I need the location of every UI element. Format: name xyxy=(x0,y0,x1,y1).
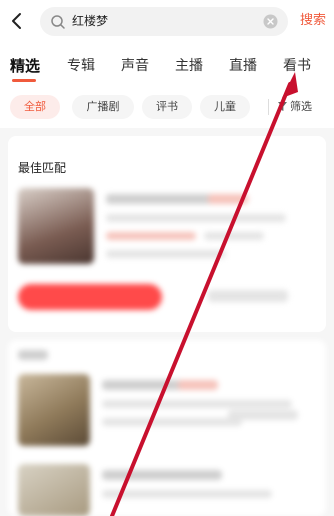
text-placeholder xyxy=(204,232,264,240)
text-placeholder xyxy=(228,410,298,420)
play-button[interactable] xyxy=(18,284,162,310)
search-icon xyxy=(51,15,65,29)
title-placeholder xyxy=(102,470,222,480)
back-button[interactable] xyxy=(6,8,28,34)
chip-radio-drama[interactable]: 广播剧 xyxy=(72,95,134,119)
tag-placeholder xyxy=(178,380,218,390)
tab-hosts[interactable]: 主播 xyxy=(175,56,203,76)
chip-storytelling[interactable]: 评书 xyxy=(142,95,192,119)
text-placeholder xyxy=(102,418,242,426)
text-placeholder xyxy=(102,400,292,408)
search-query-text: 红楼梦 xyxy=(72,14,109,28)
filter-label: 筛选 xyxy=(290,100,312,113)
text-placeholder xyxy=(208,290,288,302)
tab-books[interactable]: 看书 xyxy=(283,56,311,76)
results-area: 最佳匹配 xyxy=(0,128,334,516)
tab-live[interactable]: 直播 xyxy=(229,56,257,76)
back-arrow-icon xyxy=(12,13,21,29)
clear-icon[interactable] xyxy=(263,14,278,29)
text-placeholder xyxy=(102,490,272,498)
search-input[interactable]: 红楼梦 xyxy=(40,7,288,36)
best-match-card[interactable]: 最佳匹配 xyxy=(8,136,326,332)
filter-button[interactable]: 筛选 xyxy=(278,95,312,119)
album-cover xyxy=(18,188,94,264)
tab-sounds[interactable]: 声音 xyxy=(121,56,149,76)
album-cover xyxy=(18,374,90,446)
text-placeholder xyxy=(106,214,286,222)
section-title: 最佳匹配 xyxy=(18,161,67,175)
text-placeholder xyxy=(106,250,226,258)
active-tab-indicator xyxy=(12,79,36,82)
result-card[interactable] xyxy=(8,340,326,516)
album-cover xyxy=(18,464,90,516)
chip-children[interactable]: 儿童 xyxy=(200,95,250,119)
filter-divider xyxy=(268,99,269,115)
filter-chips: 全部 广播剧 评书 儿童 筛选 xyxy=(0,90,334,124)
chip-all[interactable]: 全部 xyxy=(10,95,60,119)
tag-placeholder xyxy=(208,194,248,204)
tab-featured[interactable]: 精选 xyxy=(10,56,40,76)
text-placeholder xyxy=(18,350,48,360)
tab-albums[interactable]: 专辑 xyxy=(67,56,95,76)
text-placeholder xyxy=(106,232,196,240)
result-tabs: 精选 专辑 声音 主播 直播 看书 xyxy=(0,48,334,84)
search-header: 红楼梦 搜索 xyxy=(0,0,334,44)
title-placeholder xyxy=(106,194,216,204)
search-button[interactable]: 搜索 xyxy=(300,12,326,30)
filter-icon xyxy=(278,102,287,111)
